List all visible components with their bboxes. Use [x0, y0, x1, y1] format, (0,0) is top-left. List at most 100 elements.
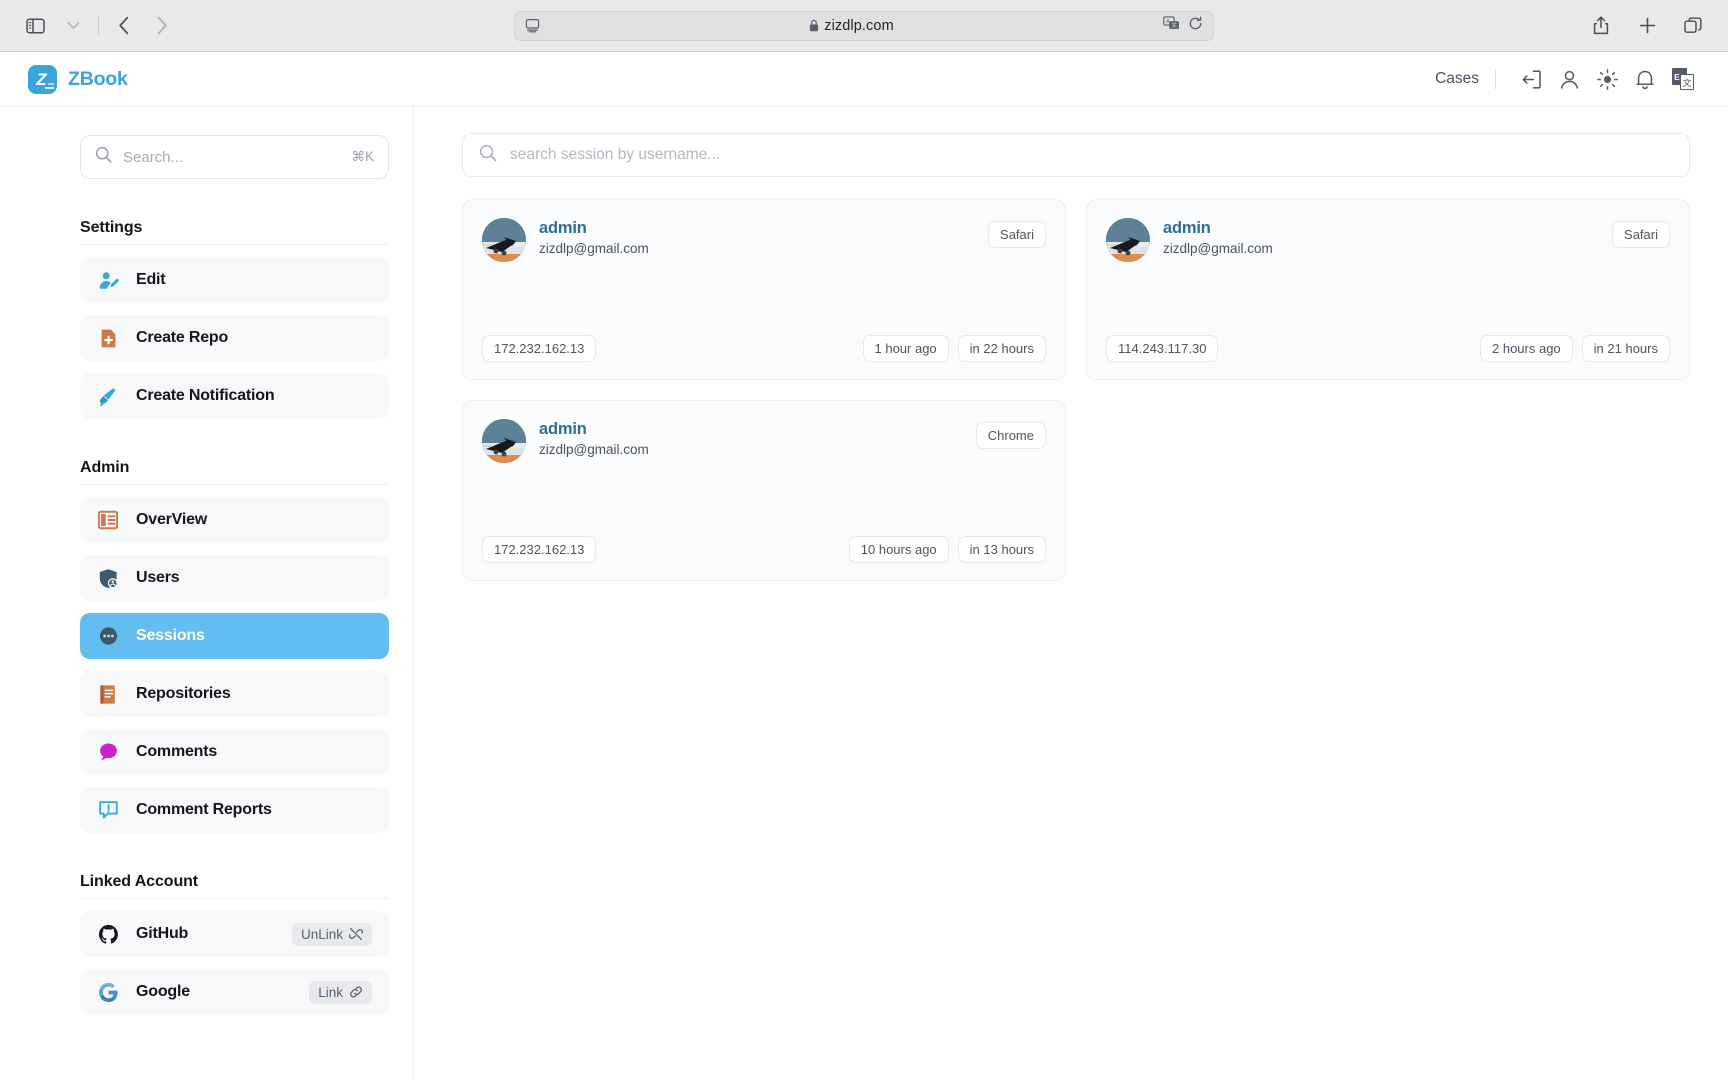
sidebar-item-comments[interactable]: Comments	[80, 729, 389, 775]
google-link-button[interactable]: Link	[309, 980, 372, 1004]
session-browser-badge: Safari	[1612, 221, 1670, 248]
avatar	[482, 218, 526, 262]
sidebar-item-label: Repositories	[136, 685, 231, 702]
session-card-header: admin zizdlp@gmail.com Safari	[482, 218, 1046, 262]
sidebar-item-label: Sessions	[136, 627, 205, 644]
session-card-footer: 172.232.162.13 10 hours ago in 13 hours	[482, 536, 1046, 563]
session-time-badges: 10 hours ago in 13 hours	[848, 536, 1046, 563]
language-switch-icon[interactable]: En 文	[1664, 62, 1702, 96]
sidebar-item-edit[interactable]: Edit	[80, 257, 389, 303]
sidebar-item-users[interactable]: Users	[80, 555, 389, 601]
session-username[interactable]: admin	[1163, 219, 1273, 238]
address-bar[interactable]: zizdlp.com A 文	[514, 10, 1214, 41]
session-username[interactable]: admin	[539, 420, 649, 439]
sidebar-item-label: OverView	[136, 511, 208, 528]
address-bar-url-group: zizdlp.com	[540, 18, 1163, 34]
session-time-badges: 1 hour ago in 22 hours	[862, 335, 1046, 362]
avatar	[1106, 218, 1150, 262]
search-icon	[479, 144, 497, 167]
sessions-grid: admin zizdlp@gmail.com Safari 172.232.16…	[462, 199, 1690, 581]
shield-user-icon	[97, 567, 119, 589]
page-body: Search... ⌘K Settings Edit Create Repo C…	[0, 107, 1728, 1080]
logout-icon[interactable]	[1512, 62, 1550, 96]
sidebar-search-placeholder: Search...	[123, 148, 184, 166]
avatar	[482, 419, 526, 463]
sidebar-item-comment-reports[interactable]: Comment Reports	[80, 787, 389, 833]
session-card[interactable]: admin zizdlp@gmail.com Safari 172.232.16…	[462, 199, 1066, 380]
session-search-input[interactable]: search session by username...	[462, 133, 1690, 177]
session-browser-badge: Safari	[988, 221, 1046, 248]
header-divider	[1495, 69, 1496, 89]
browser-right-actions	[1584, 11, 1710, 41]
svg-text:文: 文	[1172, 21, 1178, 29]
session-card-footer: 172.232.162.13 1 hour ago in 22 hours	[482, 335, 1046, 362]
book-icon	[97, 683, 119, 705]
sidebar-toggle-icon[interactable]	[18, 11, 52, 41]
share-icon[interactable]	[1584, 11, 1618, 41]
session-user: admin zizdlp@gmail.com	[539, 419, 649, 457]
sidebar-item-label: Users	[136, 569, 180, 586]
browser-toolbar: zizdlp.com A 文	[0, 0, 1728, 52]
sidebar-item-repositories[interactable]: Repositories	[80, 671, 389, 717]
logo-stripe-secondary	[48, 82, 54, 85]
session-card-header: admin zizdlp@gmail.com Chrome	[482, 419, 1046, 463]
github-unlink-label: UnLink	[300, 926, 343, 942]
sidebar-item-google[interactable]: Google Link	[80, 969, 389, 1015]
session-expires-badge: in 13 hours	[957, 536, 1046, 563]
logo-letter: Z	[36, 69, 47, 89]
user-icon[interactable]	[1550, 62, 1588, 96]
address-bar-text: zizdlp.com	[824, 17, 894, 34]
sidebar-item-label: Edit	[136, 271, 166, 288]
unlink-icon	[349, 927, 363, 941]
sidebar-search-input[interactable]: Search... ⌘K	[80, 135, 389, 179]
session-username[interactable]: admin	[539, 219, 649, 238]
session-user: admin zizdlp@gmail.com	[539, 218, 649, 256]
theme-sun-icon[interactable]	[1588, 62, 1626, 96]
session-browser-badge: Chrome	[975, 422, 1046, 449]
translate-icon[interactable]: A 文	[1163, 15, 1180, 36]
sidebar-section-title-linked-account: Linked Account	[80, 873, 389, 899]
tab-overview-icon[interactable]	[1676, 11, 1710, 41]
session-card[interactable]: admin zizdlp@gmail.com Chrome 172.232.16…	[462, 400, 1066, 581]
cases-link[interactable]: Cases	[1435, 70, 1495, 88]
megaphone-icon	[97, 385, 119, 407]
back-arrow-icon[interactable]	[107, 11, 141, 41]
sidebar-item-label: Comments	[136, 743, 218, 760]
sidebar-item-create-repo[interactable]: Create Repo	[80, 315, 389, 361]
session-card-header: admin zizdlp@gmail.com Safari	[1106, 218, 1670, 262]
sidebar-item-sessions[interactable]: Sessions	[80, 613, 389, 659]
session-last-active-badge: 10 hours ago	[848, 536, 949, 563]
brand[interactable]: Z ZBook	[28, 64, 128, 94]
session-time-badges: 2 hours ago in 21 hours	[1480, 335, 1670, 362]
reader-view-icon[interactable]	[525, 18, 540, 33]
session-last-active-badge: 1 hour ago	[862, 335, 949, 362]
google-icon	[97, 981, 119, 1003]
session-search-placeholder: search session by username...	[510, 146, 721, 163]
address-bar-container: zizdlp.com A 文	[514, 10, 1214, 41]
plus-icon[interactable]	[1630, 11, 1664, 41]
reload-icon[interactable]	[1188, 16, 1203, 36]
chevron-down-icon[interactable]	[56, 11, 90, 41]
session-card[interactable]: admin zizdlp@gmail.com Safari 114.243.11…	[1086, 199, 1690, 380]
forward-arrow-icon[interactable]	[145, 11, 179, 41]
session-ip-badge: 172.232.162.13	[482, 335, 597, 362]
sidebar-item-label: Create Repo	[136, 329, 229, 346]
sidebar-item-create-notification[interactable]: Create Notification	[80, 373, 389, 419]
browser-nav-controls	[18, 11, 179, 41]
notification-bell-icon[interactable]	[1626, 62, 1664, 96]
sidebar-item-github[interactable]: GitHub UnLink	[80, 911, 389, 957]
session-last-active-badge: 2 hours ago	[1480, 335, 1573, 362]
session-ip-badge: 172.232.162.13	[482, 536, 597, 563]
address-bar-actions: A 文	[1163, 15, 1203, 36]
comment-bubble-icon	[97, 741, 119, 763]
github-unlink-button[interactable]: UnLink	[291, 922, 372, 946]
github-icon	[97, 923, 119, 945]
session-email: zizdlp@gmail.com	[539, 240, 649, 256]
file-plus-icon	[97, 327, 119, 349]
sidebar-section-title-admin: Admin	[80, 459, 389, 485]
lock-icon	[810, 19, 819, 32]
brand-name: ZBook	[68, 67, 128, 90]
session-expires-badge: in 22 hours	[957, 335, 1046, 362]
comment-alert-icon	[97, 799, 119, 821]
sidebar-item-overview[interactable]: OverView	[80, 497, 389, 543]
